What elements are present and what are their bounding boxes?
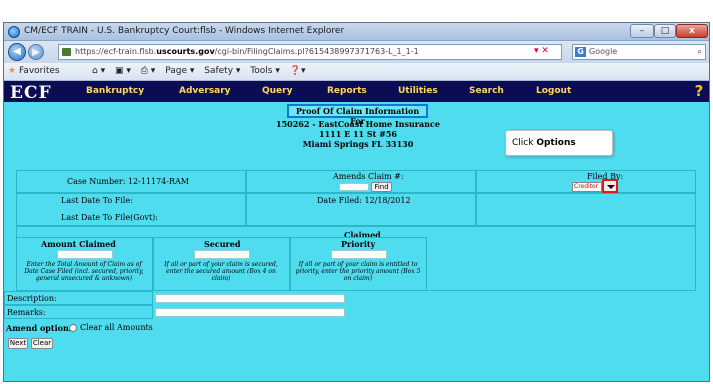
close-button[interactable]: x: [676, 24, 708, 38]
favorites-button[interactable]: ★ Favorites: [8, 66, 60, 76]
menu-utilities[interactable]: Utilities: [398, 86, 438, 96]
case-number-cell: Case Number: 12-11174-RAM: [16, 170, 246, 193]
filed-by-select[interactable]: Creditor: [572, 182, 602, 192]
refresh-stop-icons[interactable]: ▾ ✕: [534, 46, 549, 56]
minimize-button[interactable]: –: [630, 24, 654, 38]
address-bar: ◀ ▶ https://ecf-train.flsb.uscourts.gov/…: [4, 41, 709, 63]
debtor-info: 150262 - EastCoast Home Insurance 1111 E…: [234, 119, 482, 149]
description-label-cell: Description:: [4, 291, 153, 305]
last-date-cell: Last Date To File: Last Date To File(Gov…: [16, 193, 246, 226]
secured-label: Secured: [204, 239, 241, 249]
url-field[interactable]: https://ecf-train.flsb.uscourts.gov/cgi-…: [58, 44, 562, 60]
description-input[interactable]: [155, 294, 345, 303]
feeds-icon[interactable]: ▣ ▾: [115, 66, 131, 76]
title-bar: CM/ECF TRAIN - U.S. Bankruptcy Court:fls…: [4, 23, 709, 41]
search-input[interactable]: G Google ⌕: [572, 44, 706, 60]
priority-cell: Priority If all or part of your claim is…: [290, 237, 427, 291]
callout-prefix: Click: [512, 138, 537, 148]
forward-arrow-icon[interactable]: ▶: [28, 44, 44, 60]
home-icon[interactable]: ⌂ ▾: [92, 66, 105, 76]
amend-options-label: Amend options:: [6, 323, 77, 333]
description-label: Description:: [7, 294, 57, 303]
url-suffix: /cgi-bin/FilingClaims.pl?615438997371763…: [214, 47, 419, 56]
menu-reports[interactable]: Reports: [327, 86, 367, 96]
secured-input[interactable]: [194, 250, 250, 259]
date-filed-cell: Date Filed: 12/18/2012: [246, 193, 476, 226]
command-tools: ⌂ ▾ ▣ ▾ ⎙ ▾ Page ▾ Safety ▾ Tools ▾ ❓▾: [92, 66, 312, 76]
menu-logout[interactable]: Logout: [536, 86, 571, 96]
amends-claim-label: Amends Claim #:: [333, 172, 404, 181]
case-number-label: Case Number: 12-11174-RAM: [67, 177, 189, 186]
help-menu-icon[interactable]: ❓▾: [290, 66, 306, 76]
instruction-callout: Click Options: [505, 130, 613, 156]
menu-query[interactable]: Query: [262, 86, 292, 96]
menu-bankruptcy[interactable]: Bankruptcy: [86, 86, 144, 96]
page-menu[interactable]: Page ▾: [165, 66, 194, 76]
date-filed-label: Date Filed: 12/18/2012: [317, 196, 411, 205]
find-button[interactable]: Find: [371, 182, 392, 192]
safety-menu[interactable]: Safety ▾: [204, 66, 240, 76]
debtor-line-1: 150262 - EastCoast Home Insurance: [276, 119, 440, 129]
help-icon[interactable]: ?: [690, 82, 708, 100]
command-bar: ★ Favorites ⌂ ▾ ▣ ▾ ⎙ ▾ Page ▾ Safety ▾ …: [4, 63, 709, 81]
print-icon[interactable]: ⎙ ▾: [141, 66, 156, 76]
amount-claimed-input[interactable]: [57, 250, 113, 259]
chevron-down-icon: [607, 185, 615, 189]
priority-label: Priority: [341, 239, 376, 249]
secured-cell: Secured If all or part of your claim is …: [153, 237, 290, 291]
amount-claimed-label: Amount Claimed: [41, 239, 116, 249]
remarks-label: Remarks:: [7, 308, 46, 317]
browser-window: CM/ECF TRAIN - U.S. Bankruptcy Court:fls…: [3, 22, 710, 382]
last-date-file-label: Last Date To File:: [61, 196, 133, 205]
next-button[interactable]: Next: [8, 338, 28, 349]
amends-cell: Amends Claim #: Find: [246, 170, 476, 193]
empty-cell: [476, 193, 696, 226]
remarks-label-cell: Remarks:: [4, 305, 153, 319]
amount-claimed-cell: Amount Claimed Enter the Total Amount of…: [16, 237, 153, 291]
favorites-label: Favorites: [18, 66, 60, 76]
priority-input[interactable]: [331, 250, 387, 259]
last-date-govt-label: Last Date To File(Govt):: [61, 213, 158, 222]
debtor-line-3: Miami Springs FL 33130: [302, 139, 414, 149]
menu-adversary[interactable]: Adversary: [179, 86, 231, 96]
debtor-line-2: 1111 E 11 St #56: [319, 129, 397, 139]
priority-help: If all or part of your claim is entitled…: [295, 261, 421, 282]
google-icon: G: [575, 47, 586, 57]
url-prefix: https://ecf-train.flsb.: [75, 47, 157, 56]
ecf-header: ECF Bankruptcy Adversary Query Reports U…: [4, 81, 709, 103]
callout-emphasis: Options: [536, 138, 576, 148]
menu-search[interactable]: Search: [469, 86, 504, 96]
ecf-logo: ECF: [10, 83, 52, 103]
site-icon: [62, 48, 71, 56]
search-placeholder: Google: [589, 47, 618, 56]
back-arrow-icon[interactable]: ◀: [8, 43, 26, 61]
star-icon: ★: [8, 66, 17, 76]
tools-menu[interactable]: Tools ▾: [250, 66, 280, 76]
remarks-input[interactable]: [155, 308, 345, 317]
proof-of-claim-heading: Proof Of Claim Information For: [287, 104, 428, 126]
search-icon[interactable]: ⌕: [698, 45, 702, 59]
clear-all-radio[interactable]: [69, 324, 77, 332]
options-dropdown-button[interactable]: [602, 179, 618, 193]
maximize-button[interactable]: □: [654, 24, 676, 38]
amends-claim-input[interactable]: [339, 183, 369, 191]
secured-help: If all or part of your claim is secured,…: [164, 261, 278, 282]
amount-claimed-help: Enter the Total Amount of Claim as of Da…: [24, 261, 144, 282]
url-domain: uscourts.gov: [156, 47, 215, 56]
window-title: CM/ECF TRAIN - U.S. Bankruptcy Court:fls…: [24, 26, 345, 36]
clear-button[interactable]: Clear: [31, 338, 53, 349]
ie-logo-icon: [8, 26, 20, 38]
clear-all-label: Clear all Amounts: [80, 323, 153, 332]
